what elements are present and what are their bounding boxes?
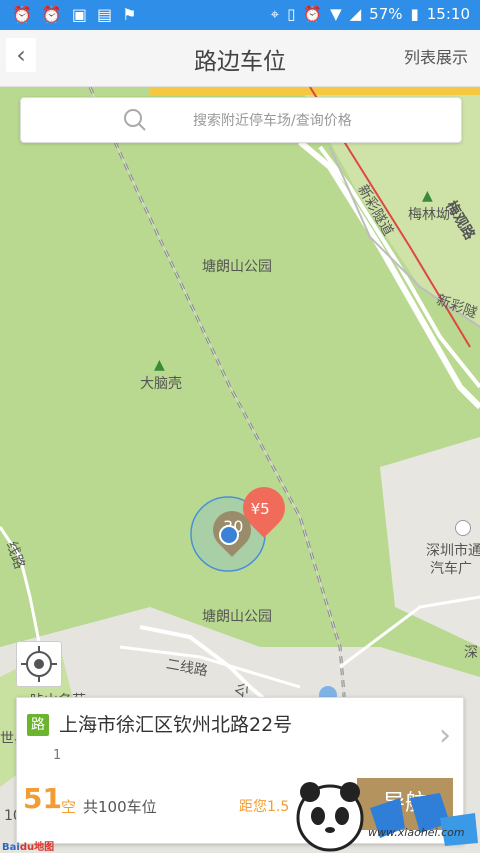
parking-address: 上海市徐汇区钦州北路22号 [59, 714, 293, 736]
map-label-peak: ▲ 大脑壳 [140, 357, 182, 392]
mountain-icon: ▲ [422, 188, 433, 204]
distance: 距您1.5 [239, 799, 290, 815]
image-icon: ▣ [71, 5, 87, 24]
shop-icon: ▤ [96, 5, 113, 24]
total-spots: 共100车位 [83, 798, 157, 816]
map-label-park: 塘朗山公园 [202, 609, 272, 625]
baidu-map-logo: Baidu地图 [2, 842, 55, 853]
status-left-icons: ⏰ ⏰ ▣ ▤ ⚑ [12, 5, 136, 24]
bus-stop-icon [455, 520, 471, 536]
parking-sub-info: 1 [53, 748, 62, 763]
map-label-station: 深圳市通 [426, 543, 480, 559]
status-bar: ⏰ ⏰ ▣ ▤ ⚑ ⌖ ▯ ⏰ ▼ ◢ 57% ▮ 15:10 [0, 0, 480, 30]
road-tag: 路 [27, 714, 49, 736]
alarm-icon: ⏰ [303, 5, 323, 23]
crosshair-icon [21, 646, 57, 682]
watermark-logo [290, 778, 480, 853]
clock: 15:10 [426, 5, 470, 23]
flag-icon: ⚑ [122, 5, 137, 24]
map-label-station: 汽车广 [430, 561, 472, 577]
wifi-icon: ▼ [330, 5, 342, 23]
navbar: ‹ 路边车位 列表展示 [0, 30, 480, 87]
battery-level: 57% [369, 5, 403, 23]
alarm-icon: ⏰ [12, 5, 32, 24]
signal-icon: ◢ [349, 5, 362, 23]
panda-icon [296, 782, 478, 852]
battery-icon: ▮ [410, 5, 419, 23]
alarm-icon: ⏰ [41, 5, 62, 24]
search-input[interactable]: 搜索附近停车场/查询价格 [193, 110, 352, 130]
location-icon: ⌖ [270, 5, 280, 23]
list-view-button[interactable]: 列表展示 [404, 44, 468, 68]
search-icon [124, 109, 146, 131]
current-location-icon [219, 525, 239, 545]
status-right: ⌖ ▯ ⏰ ▼ ◢ 57% ▮ 15:10 [271, 5, 470, 23]
search-bar[interactable]: 搜索附近停车场/查询价格 [20, 97, 462, 143]
chevron-right-icon[interactable]: › [439, 718, 451, 753]
map-label-park: 塘朗山公园 [202, 259, 272, 275]
map-label: 深 [464, 645, 478, 661]
locate-button[interactable] [16, 641, 62, 687]
watermark-url: www.xiaohei.com [368, 826, 465, 839]
mountain-icon: ▲ [154, 357, 165, 373]
available-count: 51 [23, 782, 62, 815]
available-unit: 空 [61, 798, 77, 816]
vibrate-icon: ▯ [287, 5, 296, 23]
